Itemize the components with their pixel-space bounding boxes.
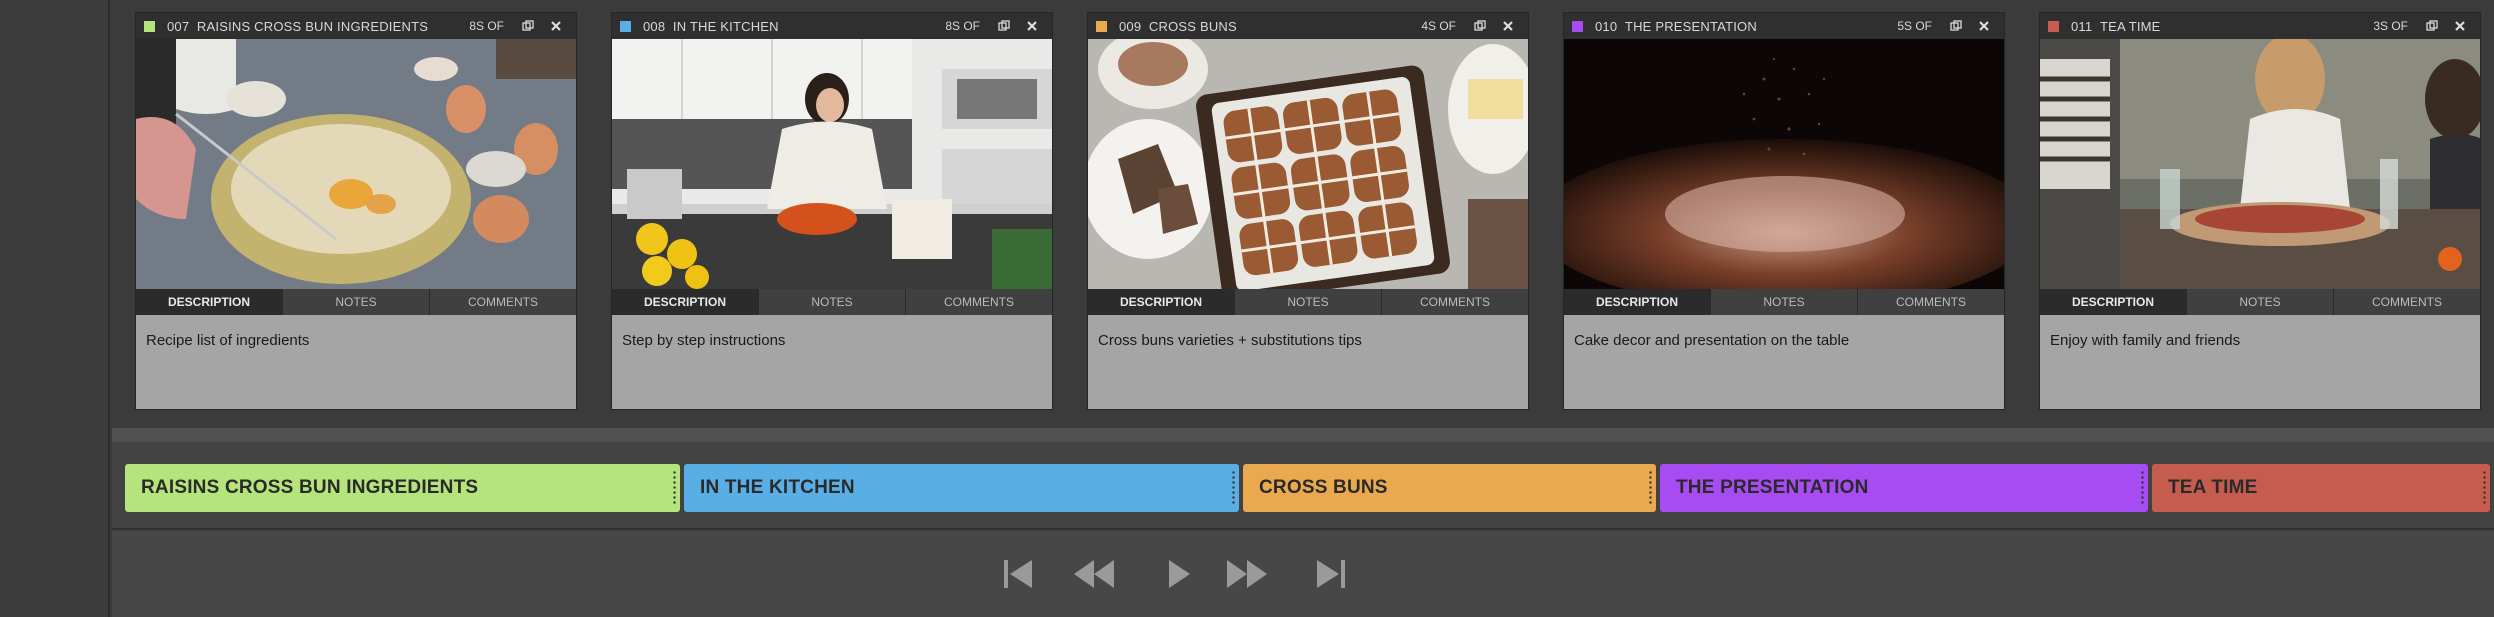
kitchen-image (612, 39, 1052, 289)
clip-resize-handle[interactable] (1648, 470, 1653, 506)
duplicate-icon[interactable] (1466, 15, 1494, 37)
clip-resize-handle[interactable] (2482, 470, 2487, 506)
tab-notes[interactable]: NOTES (1235, 289, 1382, 315)
tab-comments[interactable]: COMMENTS (430, 289, 576, 315)
card-title: 011 TEA TIME (2071, 18, 2161, 34)
tab-comments[interactable]: COMMENTS (1858, 289, 2004, 315)
card-description[interactable]: Cake decor and presentation on the table (1564, 315, 2004, 409)
tab-notes[interactable]: NOTES (2187, 289, 2334, 315)
clip-resize-handle[interactable] (2140, 470, 2145, 506)
fast-forward-icon[interactable] (1225, 554, 1269, 594)
clip-label: TEA TIME (2168, 477, 2258, 498)
card-tabs: DESCRIPTION NOTES COMMENTS (2040, 289, 2480, 315)
card-duration: 5S OF (1897, 19, 1932, 33)
transport-controls (112, 532, 2494, 617)
card-title: 009 CROSS BUNS (1119, 18, 1237, 34)
card-header: 010 THE PRESENTATION 5S OF (1564, 13, 2004, 39)
close-icon[interactable] (1018, 15, 1046, 37)
close-icon[interactable] (1494, 15, 1522, 37)
timeline-track: RAISINS CROSS BUN INGREDIENTS IN THE KIT… (112, 442, 2494, 530)
panel-divider[interactable] (112, 428, 2494, 442)
card-title: 007 RAISINS CROSS BUN INGREDIENTS (167, 18, 429, 34)
clip-resize-handle[interactable] (1231, 470, 1236, 506)
tab-comments[interactable]: COMMENTS (906, 289, 1052, 315)
scene-color-swatch (620, 20, 631, 32)
tab-description[interactable]: DESCRIPTION (1088, 289, 1235, 315)
scene-thumbnail[interactable] (612, 39, 1052, 289)
card-duration: 3S OF (2373, 19, 2408, 33)
duplicate-icon[interactable] (2418, 15, 2446, 37)
card-description[interactable]: Cross buns varieties + substitutions tip… (1088, 315, 1528, 409)
scene-color-swatch (1096, 20, 1107, 32)
card-header: 011 TEA TIME 3S OF (2040, 13, 2480, 39)
tab-comments[interactable]: COMMENTS (2334, 289, 2480, 315)
scene-card-009[interactable]: 009 CROSS BUNS 4S OF DESCRIPTION NOTES C… (1087, 12, 1529, 410)
clip-label: CROSS BUNS (1259, 477, 1388, 498)
card-header: 009 CROSS BUNS 4S OF (1088, 13, 1528, 39)
card-duration: 8S OF (945, 19, 980, 33)
timeline-clip-the-presentation[interactable]: THE PRESENTATION (1660, 464, 2148, 512)
card-header: 007 RAISINS CROSS BUN INGREDIENTS 8S OF (136, 13, 576, 39)
scene-thumbnail[interactable] (1088, 39, 1528, 289)
scene-card-007[interactable]: 007 RAISINS CROSS BUN INGREDIENTS 8S OF (135, 12, 577, 410)
clip-resize-handle[interactable] (672, 470, 677, 506)
timeline-clip-raisins-cross-bun-ingredients[interactable]: RAISINS CROSS BUN INGREDIENTS (125, 464, 680, 512)
clip-label: RAISINS CROSS BUN INGREDIENTS (141, 477, 479, 498)
mixing-bowl-image (136, 39, 576, 289)
card-description[interactable]: Step by step instructions (612, 315, 1052, 409)
card-duration: 8S OF (469, 19, 504, 33)
skip-to-start-icon[interactable] (996, 554, 1040, 594)
duplicate-icon[interactable] (1942, 15, 1970, 37)
tab-notes[interactable]: NOTES (283, 289, 430, 315)
close-icon[interactable] (542, 15, 570, 37)
card-title: 008 IN THE KITCHEN (643, 18, 779, 34)
card-header: 008 IN THE KITCHEN 8S OF (612, 13, 1052, 39)
scene-color-swatch (144, 20, 155, 32)
scene-card-011[interactable]: 011 TEA TIME 3S OF DESCRIPTION NOTES COM… (2039, 12, 2481, 410)
card-tabs: DESCRIPTION NOTES COMMENTS (1564, 289, 2004, 315)
skip-to-end-icon[interactable] (1309, 554, 1353, 594)
tab-description[interactable]: DESCRIPTION (1564, 289, 1711, 315)
tab-description[interactable]: DESCRIPTION (2040, 289, 2187, 315)
storyboard-editor: 007 RAISINS CROSS BUN INGREDIENTS 8S OF (112, 0, 2494, 617)
card-description[interactable]: Enjoy with family and friends (2040, 315, 2480, 409)
rewind-icon[interactable] (1072, 554, 1116, 594)
play-icon[interactable] (1157, 554, 1201, 594)
scene-thumbnail[interactable] (136, 39, 576, 289)
timeline-clip-tea-time[interactable]: TEA TIME (2152, 464, 2490, 512)
timeline-clip-cross-buns[interactable]: CROSS BUNS (1243, 464, 1656, 512)
tab-description[interactable]: DESCRIPTION (612, 289, 759, 315)
clip-label: THE PRESENTATION (1676, 477, 1869, 498)
scene-card-008[interactable]: 008 IN THE KITCHEN 8S OF DESCRIPTION NOT… (611, 12, 1053, 410)
scene-cards-area: 007 RAISINS CROSS BUN INGREDIENTS 8S OF (112, 0, 2494, 428)
card-title: 010 THE PRESENTATION (1595, 18, 1757, 34)
tab-comments[interactable]: COMMENTS (1382, 289, 1528, 315)
card-description[interactable]: Recipe list of ingredients (136, 315, 576, 409)
scene-thumbnail[interactable] (2040, 39, 2480, 289)
close-icon[interactable] (2446, 15, 2474, 37)
scene-color-swatch (2048, 20, 2059, 32)
cocoa-dust-image (1564, 39, 2004, 289)
tab-notes[interactable]: NOTES (1711, 289, 1858, 315)
friends-table-image (2040, 39, 2480, 289)
card-duration: 4S OF (1421, 19, 1456, 33)
scene-card-010[interactable]: 010 THE PRESENTATION 5S OF DESCRIPTION N… (1563, 12, 2005, 410)
tab-description[interactable]: DESCRIPTION (136, 289, 283, 315)
card-tabs: DESCRIPTION NOTES COMMENTS (136, 289, 576, 315)
cross-buns-image (1088, 39, 1528, 289)
scene-thumbnail[interactable] (1564, 39, 2004, 289)
tab-notes[interactable]: NOTES (759, 289, 906, 315)
card-tabs: DESCRIPTION NOTES COMMENTS (612, 289, 1052, 315)
left-rail (0, 0, 110, 617)
clip-label: IN THE KITCHEN (700, 477, 855, 498)
duplicate-icon[interactable] (990, 15, 1018, 37)
card-tabs: DESCRIPTION NOTES COMMENTS (1088, 289, 1528, 315)
close-icon[interactable] (1970, 15, 1998, 37)
scene-color-swatch (1572, 20, 1583, 32)
timeline-clip-in-the-kitchen[interactable]: IN THE KITCHEN (684, 464, 1239, 512)
duplicate-icon[interactable] (514, 15, 542, 37)
